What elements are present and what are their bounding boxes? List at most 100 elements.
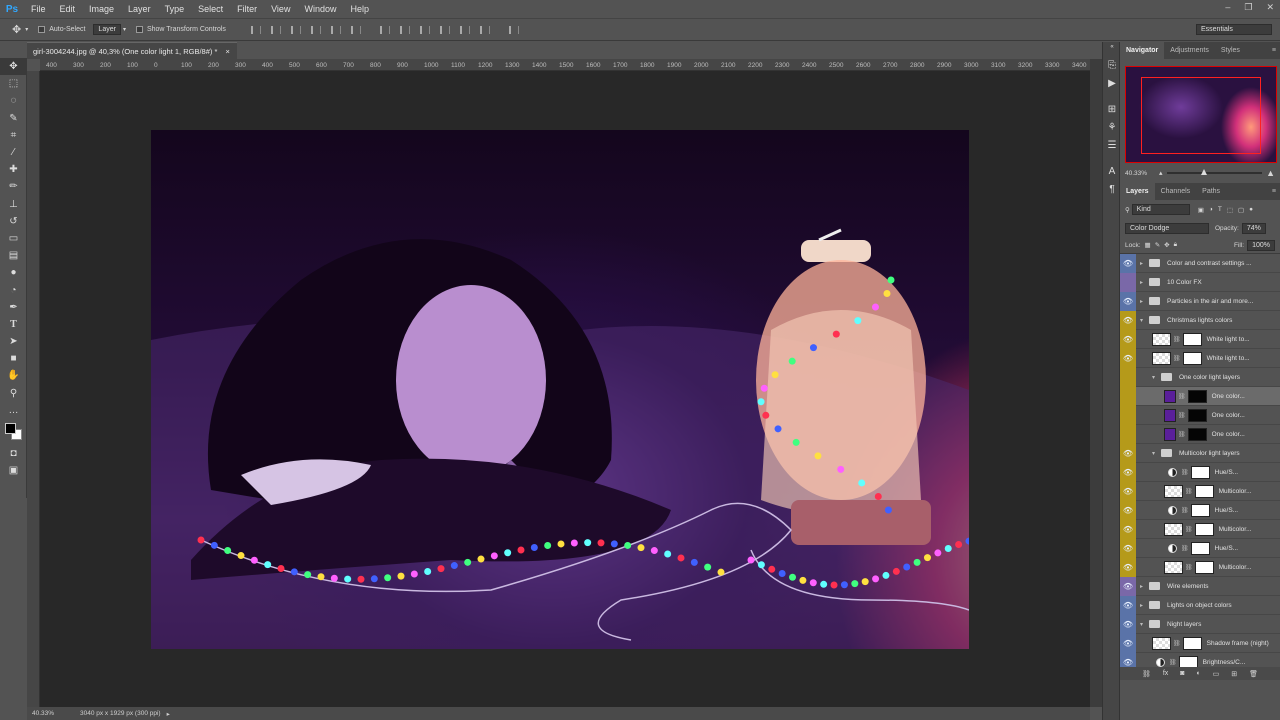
- layer-row[interactable]: 👁︎ ⛓ White light to...: [1120, 329, 1280, 349]
- tool-preset-dropdown[interactable]: ▾: [25, 26, 28, 33]
- minimize-icon[interactable]: –: [1225, 2, 1230, 13]
- link-icon[interactable]: ⛓: [1181, 545, 1189, 552]
- filter-pixel-icon[interactable]: ▣: [1198, 206, 1204, 214]
- fill-input[interactable]: 100%: [1247, 239, 1275, 251]
- visibility-eye-icon[interactable]: 👁︎: [1120, 481, 1136, 501]
- adjustment-icon[interactable]: [1156, 657, 1165, 667]
- layer-name[interactable]: White light to...: [1207, 355, 1250, 362]
- vertical-scrollbar[interactable]: [1090, 59, 1102, 707]
- link-icon[interactable]: ⛓: [1185, 526, 1193, 533]
- new-layer-icon[interactable]: ⊞: [1231, 670, 1237, 678]
- visibility-eye-icon[interactable]: 👁︎: [1120, 538, 1136, 558]
- group-toggle-icon[interactable]: ▾: [1152, 450, 1161, 457]
- link-icon[interactable]: ⛓: [1178, 431, 1186, 438]
- link-icon[interactable]: ⛓: [1169, 659, 1177, 666]
- layer-mask-thumbnail[interactable]: [1194, 484, 1214, 498]
- layer-mask-thumbnail[interactable]: [1194, 560, 1214, 574]
- visibility-eye-icon[interactable]: 👁︎: [1120, 329, 1136, 349]
- visibility-eye-icon[interactable]: 👁︎: [1120, 595, 1136, 615]
- move-tool-icon[interactable]: ✥: [12, 23, 21, 36]
- distribute-left-icon[interactable]: [439, 25, 450, 34]
- layer-mask-thumbnail[interactable]: [1182, 636, 1202, 650]
- filter-shape-icon[interactable]: ⬚: [1227, 206, 1233, 214]
- type-tool-icon[interactable]: T: [0, 316, 27, 333]
- layer-thumbnail[interactable]: [1164, 484, 1183, 498]
- adjustment-icon[interactable]: [1168, 505, 1177, 515]
- marquee-tool-icon[interactable]: ⬚: [0, 75, 27, 92]
- lock-pixels-icon[interactable]: ✎: [1155, 241, 1160, 249]
- visibility-eye-icon[interactable]: 👁︎: [1120, 614, 1136, 634]
- move-tool-icon[interactable]: ✥: [0, 58, 27, 76]
- adjust-sliders-icon[interactable]: ☰: [1103, 136, 1121, 154]
- character-panel-icon[interactable]: A: [1103, 162, 1121, 180]
- layer-row[interactable]: ▾ One color light layers: [1120, 367, 1280, 387]
- shape-tool-icon[interactable]: ■: [0, 350, 27, 367]
- show-transform-checkbox[interactable]: [135, 26, 143, 33]
- menu-view[interactable]: View: [264, 4, 297, 14]
- collapse-arrows-icon[interactable]: «: [1103, 42, 1121, 52]
- layer-name[interactable]: Multicolor light layers: [1179, 450, 1240, 457]
- layer-mask-thumbnail[interactable]: [1187, 389, 1207, 403]
- tab-layers[interactable]: Layers: [1120, 183, 1155, 200]
- layer-mask-thumbnail[interactable]: [1182, 351, 1202, 365]
- group-toggle-icon[interactable]: ▸: [1140, 298, 1149, 305]
- visibility-eye-icon[interactable]: 👁︎: [1120, 633, 1136, 653]
- filter-adjust-icon[interactable]: ◑: [1209, 206, 1213, 213]
- layer-mask-thumbnail[interactable]: [1190, 465, 1210, 479]
- tab-paths[interactable]: Paths: [1196, 183, 1226, 200]
- document-tab[interactable]: girl-3004244.jpg @ 40,3% (One color ligh…: [27, 42, 237, 59]
- history-panel-icon[interactable]: ⎘: [1103, 56, 1121, 74]
- filter-toggle-icon[interactable]: ●: [1249, 206, 1253, 213]
- quick-mask-icon[interactable]: ◘: [0, 445, 27, 462]
- zoom-out-icon[interactable]: ▴: [1159, 169, 1163, 177]
- distribute-top-icon[interactable]: [379, 25, 390, 34]
- navigator-view-box[interactable]: [1141, 77, 1261, 154]
- group-toggle-icon[interactable]: ▸: [1140, 583, 1149, 590]
- eraser-tool-icon[interactable]: ▭: [0, 230, 27, 247]
- color-fill-thumbnail[interactable]: [1164, 427, 1176, 441]
- layer-name[interactable]: Hue/S...: [1215, 469, 1238, 476]
- layer-mask-thumbnail[interactable]: [1182, 332, 1202, 346]
- healing-tool-icon[interactable]: ✚: [0, 161, 27, 178]
- navigator-zoom-value[interactable]: 40.33%: [1125, 170, 1159, 177]
- zoom-level[interactable]: 40.33%: [32, 710, 72, 717]
- layer-thumbnail[interactable]: [1152, 351, 1171, 365]
- layer-row[interactable]: 👁︎ ⛓ Multicolor...: [1120, 519, 1280, 539]
- link-icon[interactable]: ⛓: [1173, 640, 1181, 647]
- layer-row[interactable]: 👁︎ ▾ Multicolor light layers: [1120, 443, 1280, 463]
- layer-name[interactable]: Hue/S...: [1215, 545, 1238, 552]
- align-right-icon[interactable]: [350, 25, 361, 34]
- visibility-eye-icon[interactable]: [1120, 424, 1136, 444]
- layer-name[interactable]: Christmas lights colors: [1167, 317, 1232, 324]
- new-group-icon[interactable]: ▭: [1213, 670, 1220, 678]
- group-toggle-icon[interactable]: ▾: [1152, 374, 1161, 381]
- layer-row[interactable]: ▸ 10 Color FX: [1120, 272, 1280, 292]
- layer-row[interactable]: 👁︎ ▸ Wire elements: [1120, 576, 1280, 596]
- layer-row[interactable]: 👁︎ ⛓ Multicolor...: [1120, 557, 1280, 577]
- tab-adjustments[interactable]: Adjustments: [1164, 42, 1215, 59]
- layer-name[interactable]: White light to...: [1207, 336, 1250, 343]
- visibility-eye-icon[interactable]: 👁︎: [1120, 557, 1136, 577]
- brush-tool-icon[interactable]: ✏: [0, 178, 27, 195]
- group-toggle-icon[interactable]: ▸: [1140, 260, 1149, 267]
- menu-edit[interactable]: Edit: [53, 4, 83, 14]
- link-icon[interactable]: ⛓: [1185, 488, 1193, 495]
- opacity-input[interactable]: 74%: [1241, 222, 1266, 234]
- layer-mask-thumbnail[interactable]: [1190, 503, 1210, 517]
- link-icon[interactable]: ⛓: [1173, 355, 1181, 362]
- hand-tool-icon[interactable]: ✋: [0, 367, 27, 384]
- link-icon[interactable]: ⛓: [1173, 336, 1181, 343]
- layer-thumbnail[interactable]: [1152, 332, 1171, 346]
- layer-thumbnail[interactable]: [1152, 636, 1171, 650]
- layer-mask-thumbnail[interactable]: [1190, 541, 1210, 555]
- lock-transparent-icon[interactable]: ▦: [1145, 241, 1151, 249]
- document-image[interactable]: [151, 130, 969, 649]
- layer-mask-thumbnail[interactable]: [1194, 522, 1214, 536]
- layer-row[interactable]: 👁︎ ▾ Night layers: [1120, 614, 1280, 634]
- fx-icon[interactable]: fx: [1163, 670, 1168, 677]
- layer-name[interactable]: Particles in the air and more...: [1167, 298, 1253, 305]
- align-left-icon[interactable]: [310, 25, 321, 34]
- layer-row[interactable]: 👁︎ ⛓ White light to...: [1120, 348, 1280, 368]
- lock-position-icon[interactable]: ✥: [1164, 241, 1169, 249]
- layer-name[interactable]: Multicolor...: [1219, 564, 1252, 571]
